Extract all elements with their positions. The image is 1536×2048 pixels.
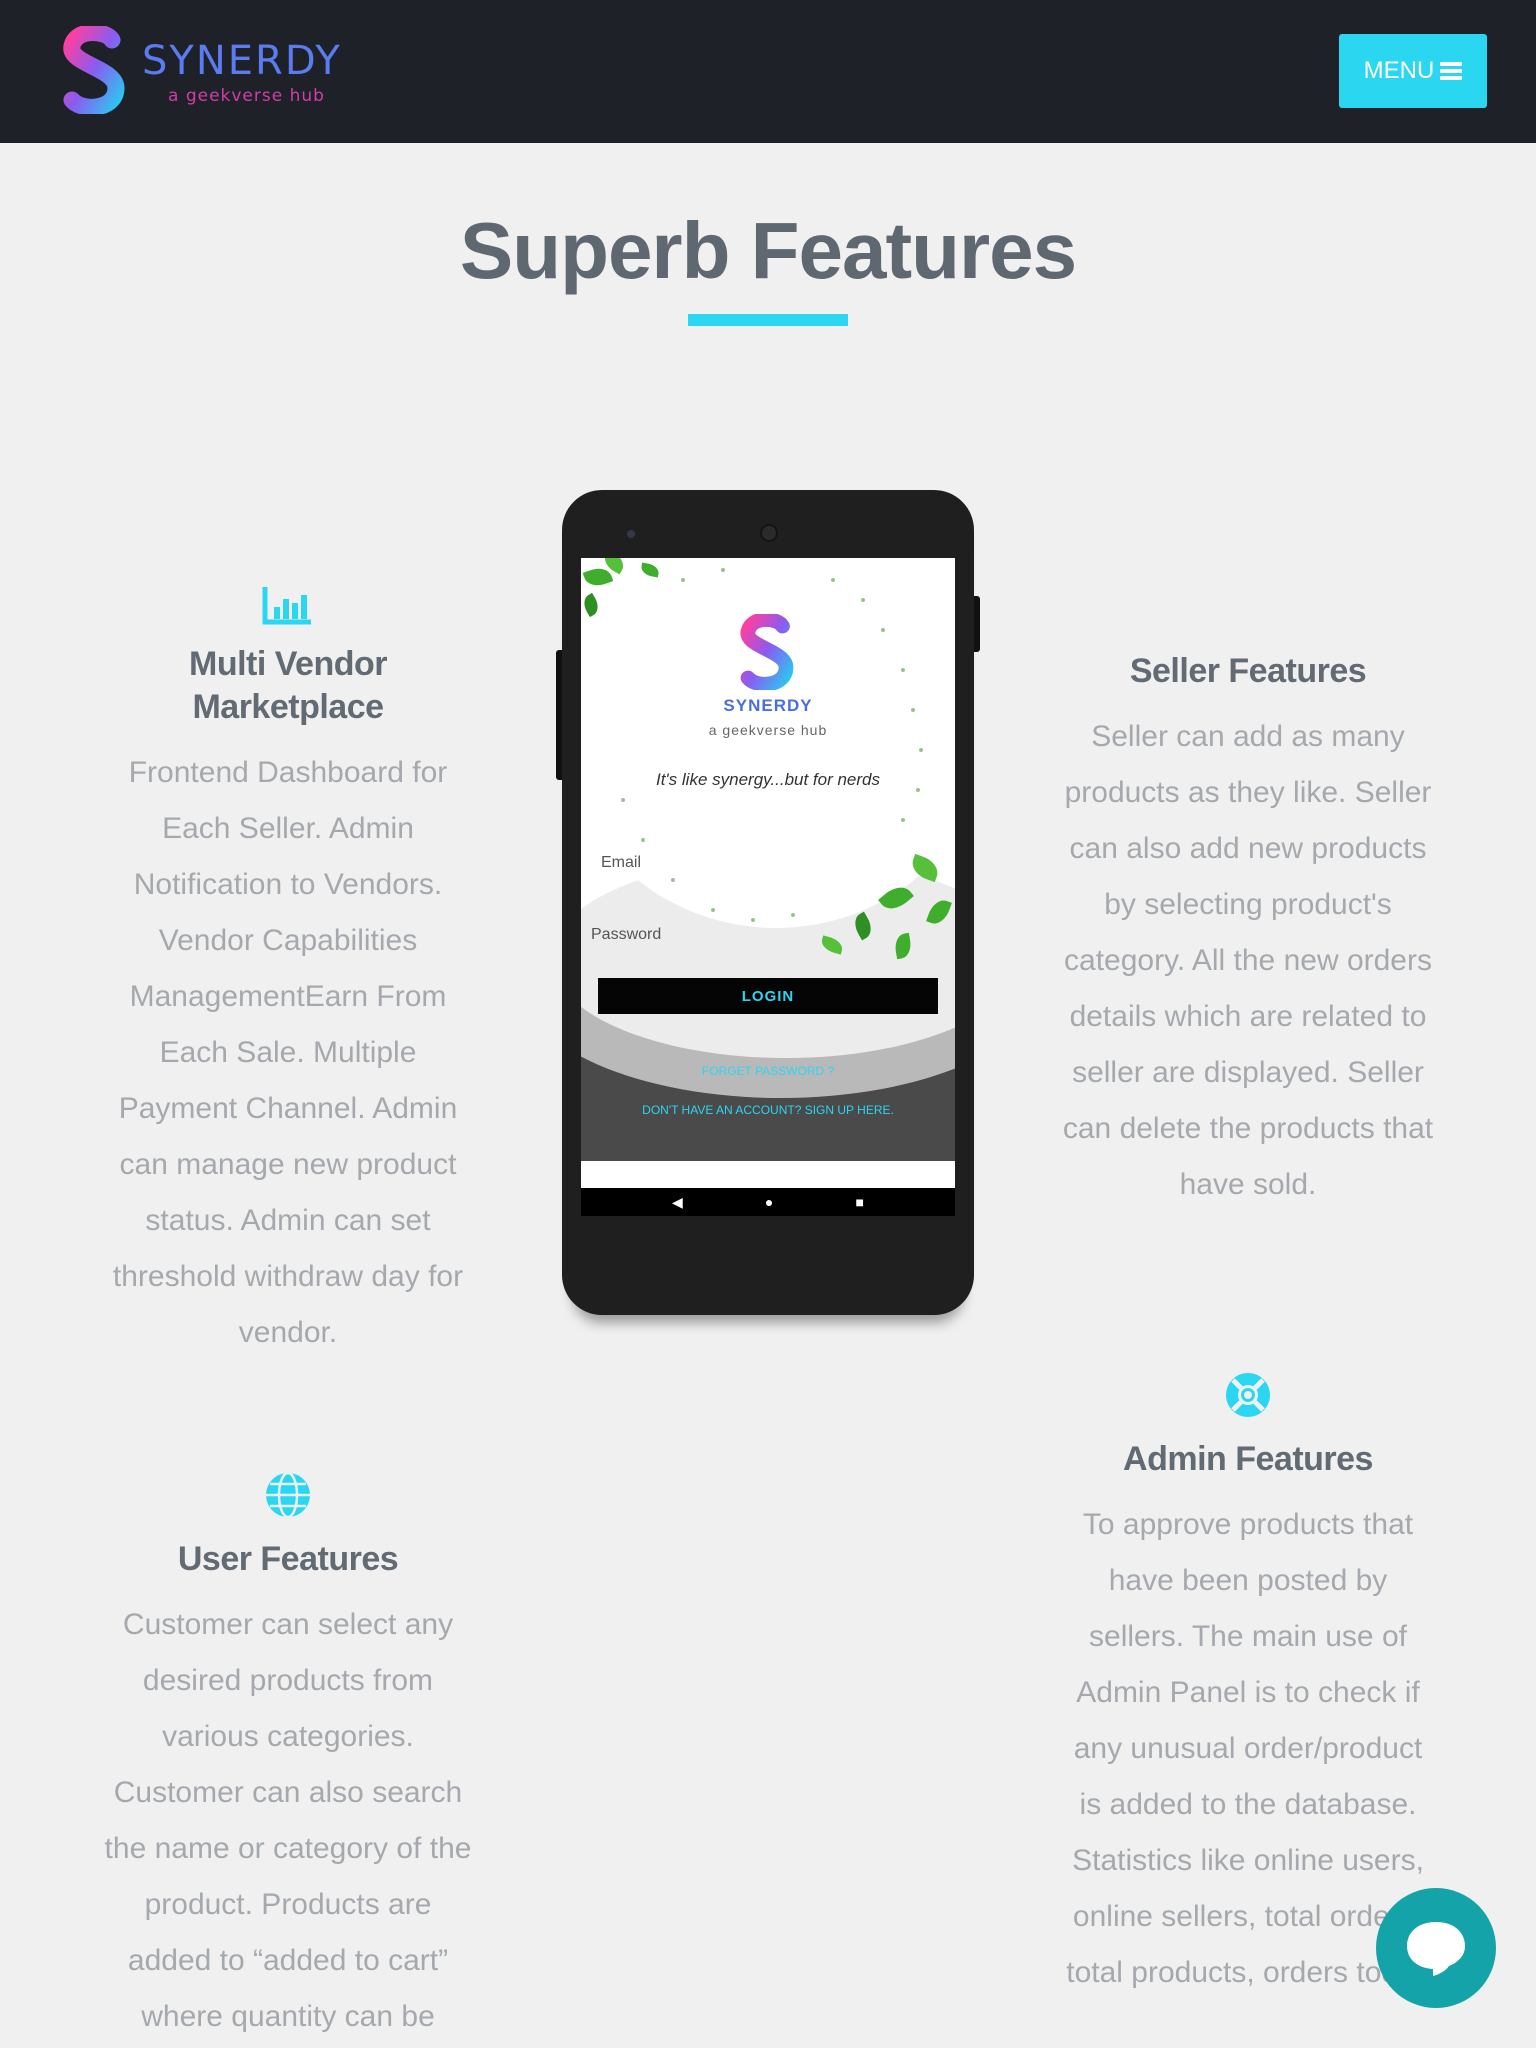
forgot-password-link[interactable]: FORGET PASSWORD ?: [581, 1064, 955, 1078]
speckle: [901, 668, 905, 672]
feature-description: Seller can add as many products as they …: [1062, 720, 1434, 1201]
feature-title: Seller Features: [1129, 652, 1367, 690]
section-title: Superb Features: [459, 206, 1077, 295]
brand-logo[interactable]: SYNERDY a geekverse hub: [62, 26, 362, 116]
speckle: [711, 908, 715, 912]
brand-name: SYNERDY: [142, 38, 342, 84]
site-header: SYNERDY a geekverse hub MENU: [0, 0, 1536, 143]
phone-volume-button: [556, 650, 562, 780]
title-underline: [688, 314, 848, 326]
speckle: [831, 578, 835, 582]
nav-home-icon[interactable]: ●: [765, 1194, 773, 1210]
menu-label: MENU: [1363, 57, 1435, 84]
globe-icon: [266, 1471, 310, 1519]
synerdy-s-logo-icon: [63, 26, 125, 114]
feature-user: User Features Customer can select any de…: [100, 1470, 476, 2045]
app-brand-name: SYNERDY: [723, 696, 813, 715]
password-field[interactable]: Password: [591, 926, 661, 944]
speckle: [681, 578, 685, 582]
bar-chart-icon: [262, 587, 311, 625]
feature-multi-vendor: Multi Vendor Marketplace Frontend Dashbo…: [100, 585, 476, 1361]
brand-tagline: a geekverse hub: [168, 86, 325, 106]
phone-sensor: [627, 530, 635, 538]
phone-mockup: SYNERDY a geekverse hub It's like synerg…: [556, 490, 980, 1315]
speckle: [641, 838, 645, 842]
feature-seller: Seller Features Seller can add as many p…: [1060, 650, 1436, 1213]
app-s-logo-icon: [740, 614, 794, 690]
chat-bubble-icon: [1407, 1922, 1465, 1976]
lifebuoy-icon: [1226, 1373, 1270, 1417]
hamburger-icon: [1440, 62, 1463, 80]
app-brand-tagline: a geekverse hub: [708, 722, 828, 738]
speckle: [861, 598, 865, 602]
feature-title: Multi Vendor Marketplace: [189, 645, 388, 726]
app-tagline: It's like synergy...but for nerds: [655, 770, 881, 789]
speckle: [721, 568, 725, 572]
app-login-screen: SYNERDY a geekverse hub It's like synerg…: [581, 558, 955, 1216]
email-field[interactable]: Email: [601, 854, 641, 872]
login-button[interactable]: LOGIN: [598, 978, 938, 1014]
feature-description: Customer can select any desired products…: [104, 1608, 472, 2033]
phone-power-button: [974, 596, 980, 652]
feature-title: User Features: [177, 1540, 399, 1578]
speckle: [919, 748, 923, 752]
nav-recent-icon[interactable]: ■: [855, 1194, 863, 1210]
android-nav-bar: ◀ ● ■: [581, 1188, 955, 1216]
speckle: [881, 628, 885, 632]
nav-back-icon[interactable]: ◀: [672, 1194, 683, 1211]
feature-description: Frontend Dashboard for Each Seller. Admi…: [112, 756, 464, 1349]
feature-admin: Admin Features To approve products that …: [1060, 1370, 1436, 2001]
signup-link[interactable]: DON'T HAVE AN ACCOUNT? SIGN UP HERE.: [581, 1103, 955, 1117]
chat-button[interactable]: [1376, 1888, 1496, 2008]
speckle: [671, 878, 675, 882]
speckle: [751, 918, 755, 922]
speckle: [791, 913, 795, 917]
speckle: [621, 798, 625, 802]
phone-camera: [760, 524, 778, 542]
menu-button[interactable]: MENU: [1339, 34, 1487, 108]
feature-title: Admin Features: [1123, 1440, 1373, 1478]
speckle: [901, 818, 905, 822]
